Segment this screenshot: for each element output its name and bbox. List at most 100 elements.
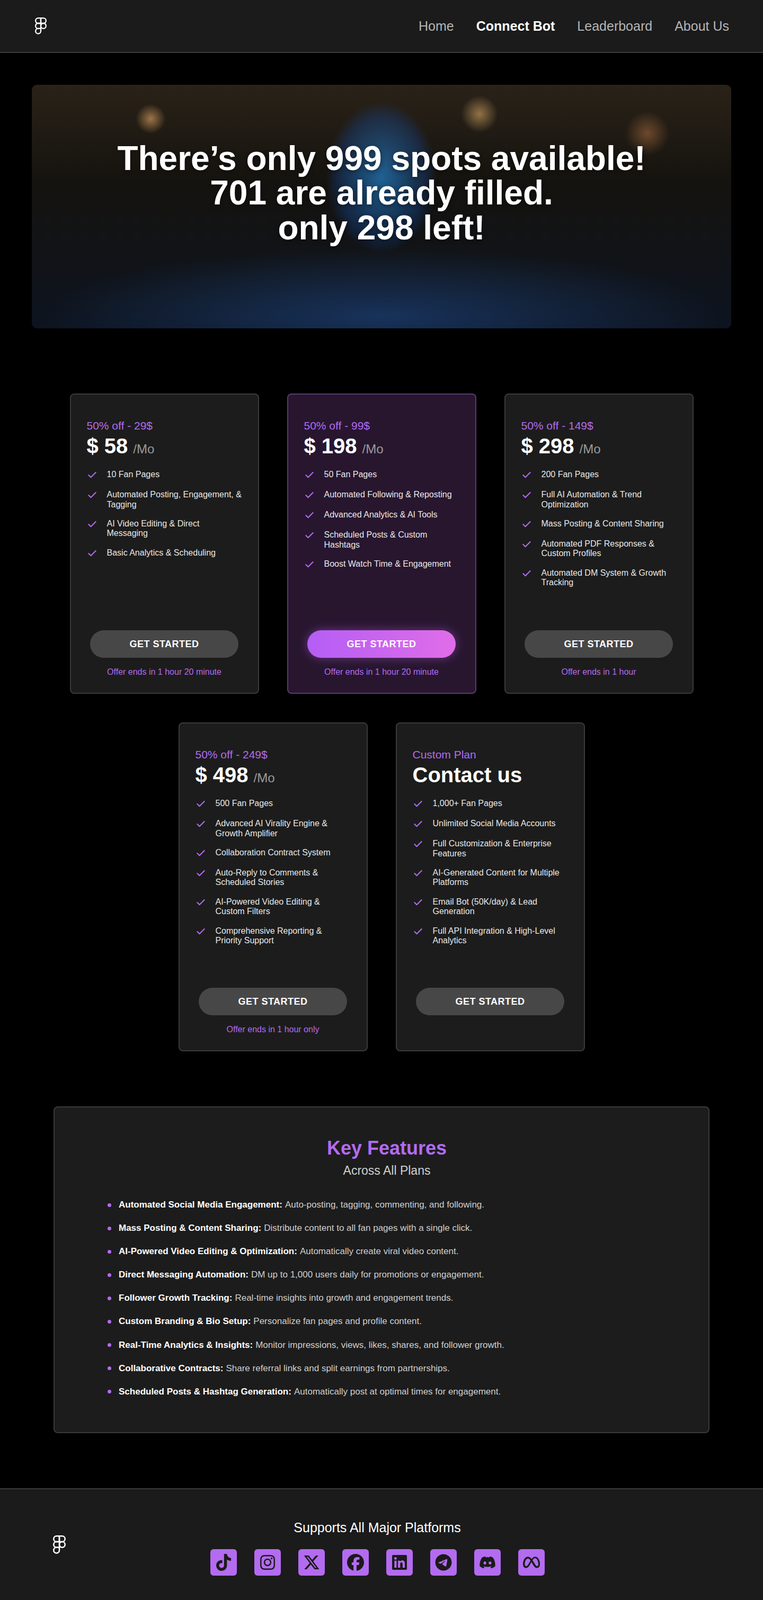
feature-item: Comprehensive Reporting & Priority Suppo… xyxy=(195,926,351,947)
hero-line: There’s only 999 spots available! xyxy=(117,141,646,176)
logo[interactable] xyxy=(34,17,47,35)
platform-link[interactable] xyxy=(518,1549,545,1577)
plan-row: 50% off - 29$$ 58/Mo10 Fan PagesAutomate… xyxy=(69,393,694,695)
feature-text: 200 Fan Pages xyxy=(541,469,600,480)
check-mark xyxy=(195,868,208,880)
check-icon xyxy=(412,799,424,810)
check-mark xyxy=(521,519,534,530)
plan-subtitle: 50% off - 149$ xyxy=(521,419,677,433)
feature-text: 50 Fan Pages xyxy=(324,469,378,480)
hero-line: only 298 left! xyxy=(277,210,485,246)
offer-text: Offer ends in 1 hour only xyxy=(226,1025,320,1035)
nav-item[interactable]: Connect Bot xyxy=(476,18,556,34)
key-feature-label: Follower Growth Tracking: xyxy=(118,1293,233,1304)
x-icon xyxy=(303,1554,321,1572)
feature-item: Automated PDF Responses & Custom Profile… xyxy=(521,539,677,560)
feature-item: Full Customization & Enterprise Features xyxy=(412,839,569,859)
plan-card: 50% off - 99$$ 198/Mo50 Fan PagesAutomat… xyxy=(287,393,477,695)
check-mark xyxy=(195,897,208,909)
price-row: $ 498/Mo xyxy=(195,763,351,788)
bullet xyxy=(107,1343,112,1348)
price-row: $ 58/Mo xyxy=(86,434,243,459)
check-icon xyxy=(195,799,207,810)
get-started-button[interactable]: GET STARTED xyxy=(198,988,348,1016)
logo[interactable] xyxy=(52,1536,66,1556)
key-feature-text: AI-Powered Video Editing & Optimization:… xyxy=(118,1246,459,1258)
check-mark xyxy=(521,490,534,501)
check-icon xyxy=(195,926,207,938)
price-unit: /Mo xyxy=(253,770,275,786)
feature-text: AI-Powered Video Editing & Custom Filter… xyxy=(215,897,351,918)
plan-subtitle: Custom Plan xyxy=(412,748,569,762)
page: Home Connect Bot Leaderboard About Us There’… xyxy=(0,0,763,1600)
check-mark xyxy=(521,469,534,481)
instagram-icon xyxy=(259,1554,277,1572)
bullet xyxy=(107,1273,112,1278)
feature-text: AI-Generated Content for Multiple Platfo… xyxy=(432,868,569,889)
feature-text: Mass Posting & Content Sharing xyxy=(541,519,664,529)
key-feature-label: Mass Posting & Content Sharing: xyxy=(118,1223,262,1234)
check-icon xyxy=(521,568,532,580)
price-unit: /Mo xyxy=(579,441,601,457)
platform-link[interactable] xyxy=(430,1549,457,1577)
platform-link[interactable] xyxy=(342,1549,369,1577)
platform-link[interactable] xyxy=(254,1549,281,1577)
feature-item: AI-Powered Video Editing & Custom Filter… xyxy=(195,897,351,918)
key-feature-item: Collaborative Contracts:Share referral l… xyxy=(107,1363,667,1375)
check-mark xyxy=(195,848,208,859)
feature-item: Automated DM System & Growth Tracking xyxy=(521,568,677,589)
feature-item: Full AI Automation & Trend Optimization xyxy=(521,490,677,510)
feature-item: Basic Analytics & Scheduling xyxy=(86,548,243,560)
nav-bar: Home Connect Bot Leaderboard About Us xyxy=(0,0,763,53)
nav-item[interactable]: About Us xyxy=(674,18,730,34)
check-icon xyxy=(304,530,315,541)
key-feature-label: Direct Messaging Automation: xyxy=(118,1270,249,1281)
feature-text: Full Customization & Enterprise Features xyxy=(432,839,569,859)
plan-price: $ 498 xyxy=(195,763,249,788)
feature-text: Advanced Analytics & AI Tools xyxy=(324,510,438,520)
check-icon xyxy=(195,848,207,859)
feature-text: Advanced AI Virality Engine & Growth Amp… xyxy=(215,819,351,839)
feature-item: Automated Following & Reposting xyxy=(304,490,460,501)
feature-item: AI Video Editing & Direct Messaging xyxy=(86,519,243,539)
feature-text: Comprehensive Reporting & Priority Suppo… xyxy=(215,926,351,947)
check-icon xyxy=(304,490,315,501)
key-features-panel: Key FeaturesAcross All PlansAutomated So… xyxy=(53,1106,710,1434)
offer-text: Offer ends in 1 hour xyxy=(561,667,636,678)
key-feature-text: Collaborative Contracts:Share referral l… xyxy=(118,1363,450,1375)
key-feature-item: Automated Social Media Engagement:Auto-p… xyxy=(107,1199,667,1212)
price-row: $ 298/Mo xyxy=(521,434,677,459)
check-mark xyxy=(304,530,316,541)
feature-text: Full API Integration & High-Level Analyt… xyxy=(432,926,569,947)
key-feature-item: Direct Messaging Automation:DM up to 1,0… xyxy=(107,1269,667,1282)
check-mark xyxy=(195,799,208,810)
plan-card: 50% off - 149$$ 298/Mo 200 Fan Pages Full … xyxy=(504,393,694,695)
check-mark xyxy=(195,819,208,830)
platform-link[interactable] xyxy=(386,1549,413,1577)
check-mark xyxy=(86,519,99,530)
price-unit: /Mo xyxy=(362,441,384,457)
key-feature-item: Scheduled Posts & Hashtag Generation:Aut… xyxy=(107,1386,667,1399)
check-icon xyxy=(412,897,424,909)
nav-item[interactable]: Leaderboard xyxy=(577,18,653,34)
check-mark xyxy=(412,839,425,850)
feature-text: Automated PDF Responses & Custom Profile… xyxy=(541,539,677,560)
feature-text: 1,000+ Fan Pages xyxy=(432,799,503,809)
key-feature-label: Custom Branding & Bio Setup: xyxy=(118,1316,251,1327)
bullet xyxy=(107,1203,112,1208)
platform-link[interactable] xyxy=(210,1549,237,1577)
platform-icons xyxy=(210,1549,545,1577)
check-icon xyxy=(412,819,424,830)
plan-price: Contact us xyxy=(412,763,523,788)
get-started-button[interactable]: GET STARTED xyxy=(307,630,456,659)
plan-card: Custom PlanContact us1,000+ Fan PagesUnl… xyxy=(395,722,585,1052)
nav-item[interactable]: Home xyxy=(418,18,455,34)
platform-link[interactable] xyxy=(474,1549,501,1577)
offer-text: Offer ends in 1 hour 20 minute xyxy=(324,667,439,678)
get-started-button[interactable]: GET STARTED xyxy=(415,988,565,1016)
get-started-button[interactable]: GET STARTED xyxy=(90,630,239,659)
platform-link[interactable] xyxy=(298,1549,325,1577)
key-feature-text: Mass Posting & Content Sharing:Distribut… xyxy=(118,1222,473,1235)
get-started-button[interactable]: GET STARTED xyxy=(524,630,673,659)
feature-text: Boost Watch Time & Engagement xyxy=(324,559,452,570)
